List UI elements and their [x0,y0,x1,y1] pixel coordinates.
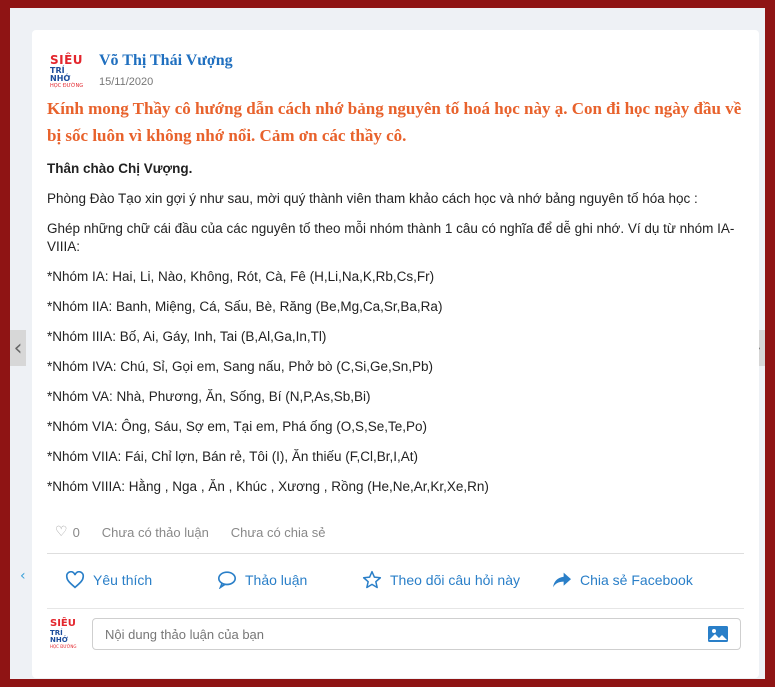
group-line: *Nhóm VIIA: Fái, Chỉ lợn, Bán rẻ, Tôi (I… [47,449,418,464]
like-button-label: Yêu thích [93,572,153,588]
logo-text: HỌC ĐƯỜNG [50,644,77,649]
post-stats: ♡ 0 Chưa có thảo luận Chưa có chia sẻ [55,524,326,540]
answer-body: Thân chào Chị Vượng. Phòng Đào Tạo xin g… [47,160,747,508]
group-line: *Nhóm IA: Hai, Li, Nào, Không, Rót, Cà, … [47,269,435,284]
comment-input[interactable] [93,619,706,649]
answer-intro: Phòng Đào Tạo xin gợi ý như sau, mời quý… [47,191,698,206]
logo-text: SIÊU [50,53,84,67]
like-count: ♡ 0 [55,524,80,540]
divider [47,553,744,554]
heart-outline-icon: ♡ [55,524,68,540]
page-frame: ‹ › ⌐ ✱ ‹ SIÊU TRÍ NHỚ HỌC ĐƯỜNG Võ Thị … [10,8,765,679]
image-icon [708,626,728,642]
heart-icon [65,571,85,589]
answer-method: Ghép những chữ cái đầu của các nguyên tố… [47,221,735,254]
question-text: Kính mong Thầy cô hướng dẫn cách nhớ bản… [47,99,742,145]
logo-text: HỌC ĐƯỜNG [50,83,84,89]
follow-button-label: Theo dõi câu hỏi này [390,572,520,588]
logo-text: SIÊU [50,618,76,629]
logo-text: TRÍ NHỚ [50,66,71,83]
prev-arrow-icon[interactable]: ‹ [10,330,26,366]
author-name[interactable]: Võ Thị Thái Vượng [99,52,233,70]
share-arrow-icon [553,572,571,588]
discuss-button[interactable]: Thảo luận [217,571,362,589]
share-button-label: Chia sẻ Facebook [580,572,693,588]
user-avatar: SIÊU TRÍ NHỚ HỌC ĐƯỜNG [50,618,80,649]
decoration-icon: ‹ [20,568,26,584]
comment-box [92,618,741,650]
group-line: *Nhóm IIA: Banh, Miệng, Cá, Sấu, Bè, Răn… [47,299,443,314]
divider [47,608,744,609]
group-line: *Nhóm IIIA: Bố, Ai, Gáy, Inh, Tai (B,Al,… [47,329,327,344]
image-upload-button[interactable] [706,624,730,644]
share-facebook-button[interactable]: Chia sẻ Facebook [552,571,693,589]
discussion-count[interactable]: Chưa có thảo luận [102,525,209,540]
discuss-button-label: Thảo luận [245,572,308,588]
like-button[interactable]: Yêu thích [65,571,217,589]
logo-text: TRÍ NHỚ [50,629,68,644]
post-date: 15/11/2020 [99,76,154,88]
action-bar: Yêu thích Thảo luận Theo dõi câu hỏi này [65,568,693,592]
author-avatar[interactable]: SIÊU TRÍ NHỚ HỌC ĐƯỜNG [50,53,86,89]
post-card: SIÊU TRÍ NHỚ HỌC ĐƯỜNG Võ Thị Thái Vượng… [32,30,759,678]
group-line: *Nhóm VIIIA: Hằng , Nga , Ăn , Khúc , Xư… [47,479,489,494]
answer-greeting: Thân chào Chị Vượng. [47,161,193,176]
star-icon [362,570,382,589]
chat-bubble-icon [218,571,236,589]
group-line: *Nhóm VA: Nhà, Phương, Ăn, Sống, Bí (N,P… [47,389,371,404]
share-count[interactable]: Chưa có chia sẻ [231,525,326,540]
group-line: *Nhóm VIA: Ông, Sáu, Sợ em, Tại em, Phá … [47,419,428,434]
like-count-value: 0 [72,524,80,540]
follow-button[interactable]: Theo dõi câu hỏi này [362,570,552,590]
group-line: *Nhóm IVA: Chú, Sỉ, Gọi em, Sang nấu, Ph… [47,359,434,374]
